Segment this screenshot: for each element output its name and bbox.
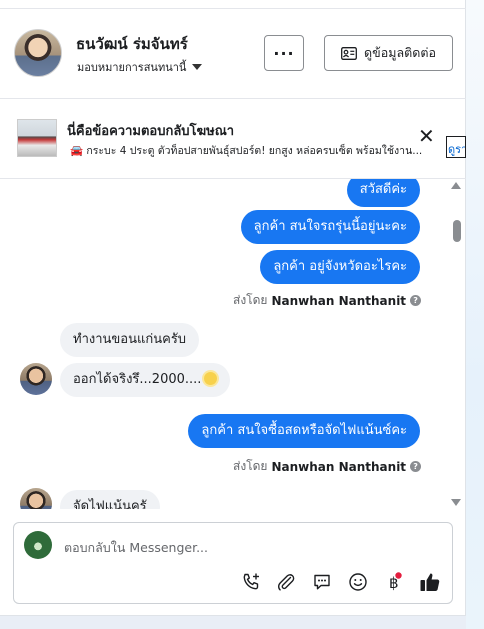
view-contact-button[interactable]: ดูข้อมูลติดต่อ	[324, 35, 453, 71]
ad-thumbnail[interactable]	[17, 119, 57, 157]
scroll-up-arrow-icon[interactable]	[451, 182, 461, 189]
ad-title: นี่คือข้อความตอบกลับโฆษณา	[67, 124, 235, 139]
sent-by-prefix: ส่งโดย	[233, 459, 268, 473]
chevron-down-icon	[192, 64, 203, 70]
message-bubble-outgoing: ลูกค้า อยู่จังหวัดอะไรคะ	[260, 250, 420, 284]
thumbs-up-icon[interactable]	[419, 571, 441, 593]
customer-avatar[interactable]	[14, 29, 62, 77]
message-bubble-outgoing: ลูกค้า สนใจซื้อสดหรือจัดไฟแน้นซ์คะ	[188, 414, 420, 448]
conversation-panel: ธนวัฒน์ ร่มจันทร์ มอบหมายการสนทนานี้ ···…	[0, 0, 466, 616]
sender-name: Nanwhan Nanthanit	[271, 293, 407, 308]
baht-icon[interactable]: ฿	[383, 571, 405, 593]
view-contact-label: ดูข้อมูลติดต่อ	[364, 45, 436, 60]
sender-name: Nanwhan Nanthanit	[271, 459, 407, 474]
help-icon[interactable]: ?	[410, 295, 422, 306]
background-strip	[466, 0, 484, 629]
message-bubble-icon[interactable]	[311, 571, 333, 593]
assign-label: มอบหมายการสนทนานี้	[77, 61, 187, 74]
smiley-icon[interactable]	[347, 571, 369, 593]
assign-conversation-dropdown[interactable]: มอบหมายการสนทนานี้	[77, 58, 203, 76]
customer-name: ธนวัฒน์ ร่มจันทร์	[76, 35, 188, 53]
ad-reply-banner: นี่คือข้อความตอบกลับโฆษณา 🚘 กระบะ 4 ประต…	[0, 99, 466, 178]
ad-subtitle: 🚘 กระบะ 4 ประตู ตัวท็อปสายพันธุ์สปอร์ต! …	[70, 145, 423, 157]
customer-avatar-small	[20, 363, 52, 395]
message-bubble-incoming: จัดไฟแน้นครั	[60, 490, 160, 509]
reply-input[interactable]: ตอบกลับใน Messenger...	[64, 538, 208, 558]
message-list[interactable]: สวัสดีค่ะ ลูกค้า สนใจรถรุ่นนี้อยู่นะคะ ล…	[0, 179, 466, 509]
paperclip-icon[interactable]	[275, 571, 297, 593]
close-icon[interactable]: ✕	[418, 126, 435, 146]
reply-composer: ตอบกลับใน Messenger... ฿	[13, 522, 453, 604]
sent-by-label: ส่งโดย Nanwhan Nanthanit ?	[233, 457, 422, 476]
scrollbar-thumb[interactable]	[453, 220, 461, 242]
message-bubble-incoming: ออกได้จริงรึ...2000....	[60, 363, 231, 397]
sun-emoji-icon	[204, 372, 218, 385]
message-bubble-incoming: ทำงานขอนแก่นครับ	[60, 323, 200, 357]
view-ad-link[interactable]: ดูรา	[446, 136, 466, 158]
message-text: ออกได้จริงรึ...2000....	[73, 372, 202, 387]
conversation-header: ธนวัฒน์ ร่มจันทร์ มอบหมายการสนทนานี้ ···…	[0, 9, 466, 98]
contact-card-icon	[341, 46, 357, 60]
help-icon[interactable]: ?	[410, 461, 422, 472]
more-options-button[interactable]: ···	[264, 35, 304, 71]
phone-plus-icon[interactable]	[240, 571, 262, 593]
customer-avatar-small	[20, 488, 52, 509]
sent-by-label: ส่งโดย Nanwhan Nanthanit ?	[233, 291, 422, 310]
sent-by-prefix: ส่งโดย	[233, 293, 268, 307]
page-avatar	[24, 531, 52, 559]
scroll-down-arrow-icon[interactable]	[451, 499, 461, 506]
message-bubble-outgoing: ลูกค้า สนใจรถรุ่นนี้อยู่นะคะ	[240, 210, 420, 244]
message-bubble-outgoing: สวัสดีค่ะ	[346, 179, 420, 207]
